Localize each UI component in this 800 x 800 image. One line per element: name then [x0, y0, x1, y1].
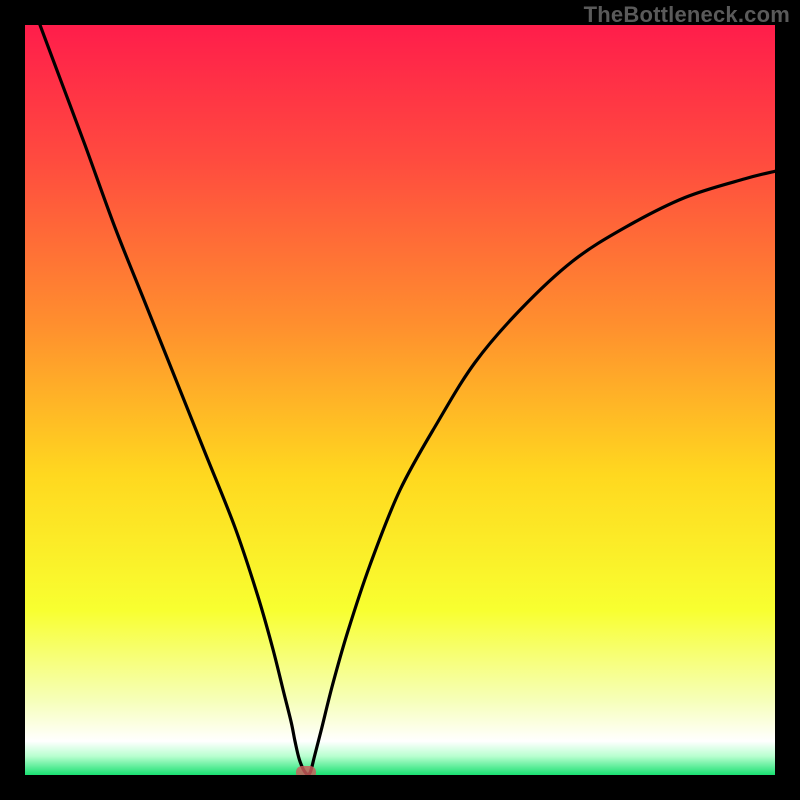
watermark-text: TheBottleneck.com [584, 2, 790, 28]
gradient-background [25, 25, 775, 775]
plot-svg [25, 25, 775, 775]
optimum-marker [296, 766, 316, 775]
chart-frame: TheBottleneck.com [0, 0, 800, 800]
plot-area [25, 25, 775, 775]
